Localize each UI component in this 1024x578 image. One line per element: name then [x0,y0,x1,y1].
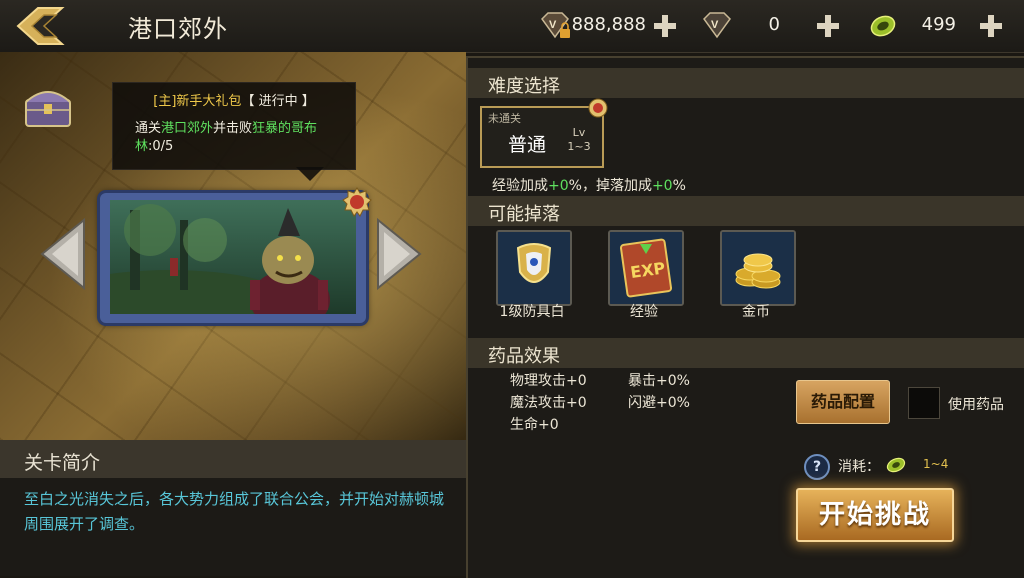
drops-section-header: 可能掉落 [468,196,1024,226]
drop-item-armor[interactable] [496,230,572,306]
quest-tooltip: [主]新手大礼包【 进行中 】 通关港口郊外并击败狂暴的哥布林:0/5 [112,82,356,170]
drop-bonus-suffix: % [672,178,686,194]
quest-tooltip-tail [296,167,324,181]
potion-stats-right: 暴击+0% 闪避+0% [628,370,690,414]
arrow-left-icon [40,217,85,291]
stamina-coin-icon [884,455,908,475]
difficulty-level: Lv 1~3 [566,126,592,154]
add-currency-button[interactable] [652,13,678,39]
use-potion-checkbox[interactable] [908,387,940,419]
back-button[interactable] [12,4,74,48]
drop-bonus-value: +0 [651,178,673,194]
svg-text:V: V [549,19,557,31]
stage-intro-panel: 关卡简介 至白之光消失之后，各大势力组成了联合公会，并开始对赫顿城周围展开了调查… [0,440,466,576]
page-title: 港口郊外 [128,15,228,43]
next-stage-arrow[interactable] [372,216,424,292]
drop-bonus-label: 掉落加成 [595,178,652,194]
quest-text-mid: 并击败 [213,121,253,136]
potions-section-header: 药品效果 [468,338,1024,368]
stamina-coin-icon [866,11,900,41]
difficulty-level-label: Lv [572,126,586,139]
start-challenge-button[interactable]: 开始挑战 [796,488,954,542]
difficulty-name: 普通 [508,134,547,156]
difficulty-level-range: 1~3 [567,140,591,153]
potion-stat-physical-attack: 物理攻击+0 [510,373,587,389]
difficulty-status: 未通关 [488,112,521,125]
drop-item-exp-label: 经验 [630,304,658,320]
quest-header: [主]新手大礼包【 进行中 】 [113,90,355,109]
plus-icon [654,15,676,37]
plus-icon [817,15,839,37]
add-currency-button[interactable] [815,13,841,39]
cost-value: 1~4 [923,457,949,471]
exp-bonus-label: 经验加成 [492,178,548,194]
stage-intro-header: 关卡简介 [0,440,466,478]
potion-config-button[interactable]: 药品配置 [796,380,890,424]
difficulty-section-header: 难度选择 [468,68,1024,98]
potions-section-title: 药品效果 [488,346,560,367]
drop-item-gold-label: 金币 [742,304,770,320]
potion-stat-hp: 生命+0 [510,417,559,433]
potion-stat-magic-attack: 魔法攻击+0 [510,395,587,411]
arrow-right-icon [377,217,422,291]
svg-text:V: V [711,19,719,31]
difficulty-section-title: 难度选择 [488,76,560,97]
difficulty-medal-icon [588,98,608,118]
plus-icon [980,15,1002,37]
exp-bonus-value: +0 [548,178,569,194]
potion-stats-left: 物理攻击+0 魔法攻击+0 生命+0 [510,370,587,436]
stage-intro-text: 至白之光消失之后，各大势力组成了联合公会，并开始对赫顿城周围展开了调查。 [24,490,445,533]
quest-text-prefix: 通关 [135,121,162,136]
quest-progress: :0/5 [148,139,174,154]
exp-book-icon: EXP [610,232,682,304]
quest-description: 通关港口郊外并击败狂暴的哥布林:0/5 [135,120,350,156]
exp-bonus-suffix: %， [568,178,596,194]
treasure-chest-icon[interactable] [20,80,76,130]
use-potion-label: 使用药品 [948,397,1004,413]
drop-item-gold[interactable] [720,230,796,306]
back-arrow-icon [16,7,65,45]
drops-section-title: 可能掉落 [488,204,560,225]
stage-preview-image[interactable] [110,200,356,314]
quest-status: 【 进行中 】 [241,94,315,109]
v-gem-icon: V [700,11,734,41]
previous-stage-arrow[interactable] [38,216,90,292]
stage-medal-icon [342,187,372,217]
drop-item-exp[interactable]: EXP [608,230,684,306]
difficulty-normal-option[interactable]: 未通关 普通 Lv 1~3 [480,106,604,168]
top-bar: 港口郊外 V 888,888 V 0 499 [0,0,1024,53]
quest-tag: [主]新手大礼包 [153,94,242,109]
cost-label: 消耗： [838,459,880,475]
bonus-line: 经验加成+0%，掉落加成+0% [492,175,686,195]
quest-location: 港口郊外 [161,121,214,136]
currency-value-stamina: 499 [921,14,956,35]
potion-stat-dodge: 闪避+0% [628,395,690,411]
currency-value-vgem-locked: 888,888 [571,14,646,35]
gold-coins-icon [722,232,794,304]
armor-icon [498,232,570,304]
add-currency-button[interactable] [978,13,1004,39]
help-icon[interactable]: ? [804,454,830,480]
stage-intro-title: 关卡简介 [24,452,101,474]
v-gem-locked-icon: V [538,11,572,41]
potion-stat-crit: 暴击+0% [628,373,690,389]
drop-item-armor-label: 1级防具白 [499,304,565,320]
stage-detail-panel: 难度选择 未通关 普通 Lv 1~3 经验加成+0%，掉落加成+0% 可能掉落 … [466,56,1024,578]
currency-value-vgem: 0 [768,14,780,35]
